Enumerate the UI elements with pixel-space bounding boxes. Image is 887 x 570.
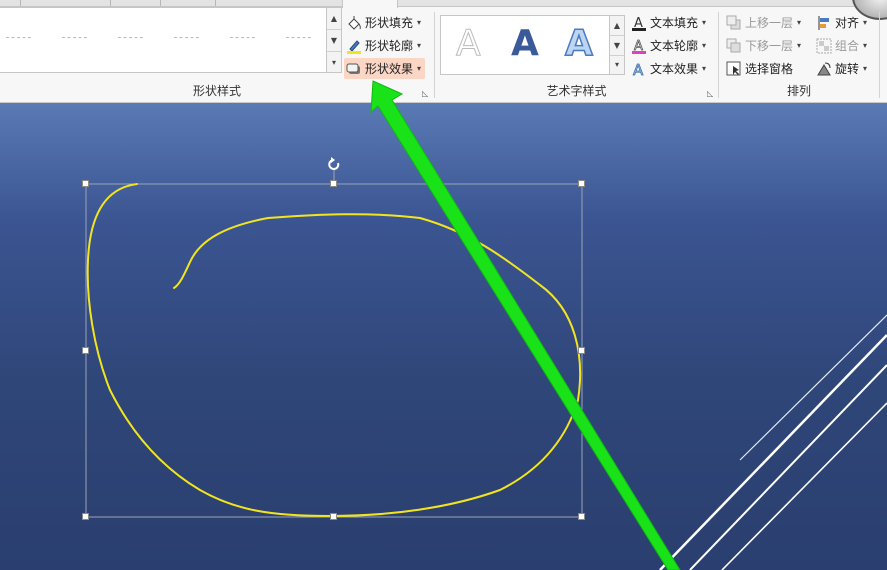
shape-styles-group-label: 形状样式 — [192, 84, 241, 98]
resize-handle-top-right[interactable] — [578, 180, 585, 187]
shape-styles-group: 形状样式 ◺ — [0, 8, 434, 102]
wordart-styles-group-label: 艺术字样式 — [546, 84, 607, 98]
resize-handle-left[interactable] — [82, 347, 89, 354]
resize-handle-top-left[interactable] — [82, 180, 89, 187]
tab-separator — [215, 0, 216, 6]
tab-separator — [160, 0, 161, 6]
arrange-group-label: 排列 — [786, 84, 811, 98]
resize-handle-bottom-right[interactable] — [578, 513, 585, 520]
tab-separator — [20, 0, 21, 6]
tab-separator — [110, 0, 111, 6]
arrange-group: 排列 — [719, 8, 879, 102]
ribbon: ▲ ▼ ▾ 形状填充 ▾ 形状轮廓 ▾ 形状效果 ▾ 形状样式 ◺ A A A … — [0, 0, 887, 103]
resize-handle-right[interactable] — [578, 347, 585, 354]
tab-format-active[interactable] — [342, 0, 398, 8]
resize-handle-bottom-left[interactable] — [82, 513, 89, 520]
ribbon-tab-strip — [0, 0, 887, 7]
dialog-launcher-icon[interactable]: ◺ — [422, 89, 431, 98]
slide-decoration-lines — [659, 314, 887, 570]
group-separator — [879, 12, 880, 98]
wordart-styles-group: 艺术字样式 ◺ — [435, 8, 718, 102]
dialog-launcher-icon[interactable]: ◺ — [707, 89, 716, 98]
resize-handle-top[interactable] — [330, 180, 337, 187]
resize-handle-bottom[interactable] — [330, 513, 337, 520]
slide-canvas[interactable] — [0, 103, 887, 570]
